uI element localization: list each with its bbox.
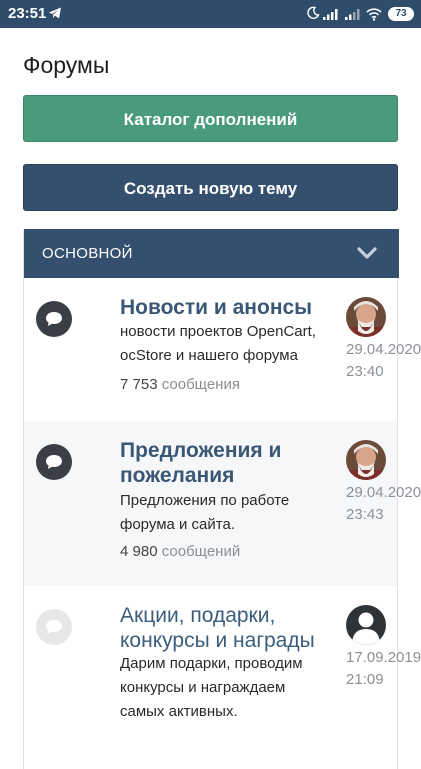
catalog-button[interactable]: Каталог дополнений <box>23 95 398 142</box>
message-count-value: 4 980 <box>120 543 158 560</box>
new-topic-button[interactable]: Создать новую тему <box>23 164 398 211</box>
chevron-down-icon[interactable] <box>357 246 377 260</box>
last-post-date: 29.04.2020 <box>346 341 421 358</box>
chat-bubble-icon <box>36 444 72 480</box>
last-post-time: 23:43 <box>346 506 384 523</box>
forum-title[interactable]: Акции, подарки, конкурсы и награды <box>120 603 335 653</box>
wifi-icon <box>366 8 382 21</box>
forum-row[interactable]: Новости и анонсы новости проектов OpenCa… <box>24 278 421 421</box>
page-title: Форумы <box>23 52 110 78</box>
last-post-time: 21:09 <box>346 671 384 688</box>
battery-icon: 73 <box>388 7 414 21</box>
avatar-image <box>346 440 386 480</box>
forum-title[interactable]: Новости и анонсы <box>120 295 335 320</box>
avatar[interactable] <box>346 297 386 337</box>
last-post-date: 17.09.2019 <box>346 649 421 666</box>
message-count-value: 7 753 <box>120 376 158 393</box>
forum-description: Предложения по работе форума и сайта. <box>120 492 290 533</box>
forum-row[interactable]: Акции, подарки, конкурсы и награды Дарим… <box>24 586 421 766</box>
signal-icon <box>345 9 360 20</box>
section-header[interactable]: ОСНОВНОЙ <box>24 229 399 278</box>
signal-icon <box>323 9 338 20</box>
forum-description: Дарим подарки, проводим конкурсы и награ… <box>120 655 303 720</box>
moon-icon <box>307 6 320 19</box>
forum-row[interactable]: Предложения и пожелания Предложения по р… <box>24 421 421 586</box>
message-count: 7 753 сообщения <box>120 376 240 393</box>
forum-description: новости проектов OpenCart, ocStore и наш… <box>120 323 316 364</box>
avatar[interactable] <box>346 440 386 480</box>
avatar-image <box>346 297 386 337</box>
status-time: 23:51 <box>8 5 47 22</box>
message-count-label: сообщений <box>161 543 241 560</box>
forum-section: ОСНОВНОЙ Новости и анонсы новости проект… <box>23 229 421 769</box>
message-count: 4 980 сообщений <box>120 543 240 560</box>
chat-bubble-icon <box>36 609 72 645</box>
last-post-time: 23:40 <box>346 363 384 380</box>
last-post-date: 29.04.2020 <box>346 484 421 501</box>
default-avatar-icon <box>346 605 386 645</box>
chat-bubble-icon <box>36 301 72 337</box>
section-title: ОСНОВНОЙ <box>42 245 133 262</box>
avatar[interactable] <box>346 605 386 645</box>
status-bar: 23:51 73 <box>0 0 421 28</box>
telegram-icon <box>49 7 61 19</box>
message-count-label: сообщения <box>161 376 240 393</box>
forum-title[interactable]: Предложения и пожелания <box>120 438 335 488</box>
